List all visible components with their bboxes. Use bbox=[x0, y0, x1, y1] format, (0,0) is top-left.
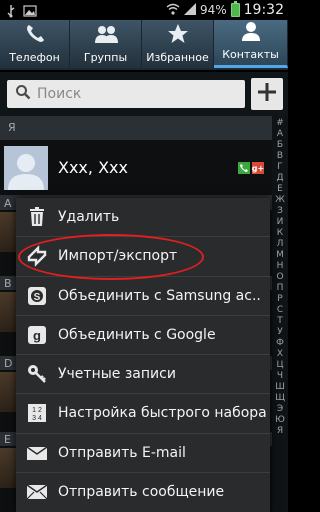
tab-label: Телефон bbox=[9, 51, 60, 64]
svg-text:g: g bbox=[33, 328, 41, 343]
index-letter[interactable]: М bbox=[272, 250, 288, 261]
index-letter[interactable]: П bbox=[272, 283, 288, 294]
section-header: Я bbox=[0, 116, 272, 140]
index-letter[interactable]: # bbox=[272, 118, 288, 129]
wifi-icon bbox=[166, 3, 180, 18]
index-letter[interactable]: Я bbox=[272, 426, 288, 437]
tab-label: Избранное bbox=[146, 51, 209, 64]
tab-phone[interactable]: Телефон bbox=[0, 20, 70, 68]
svg-text:1 2: 1 2 bbox=[32, 407, 42, 414]
clock: 19:32 bbox=[243, 2, 284, 18]
add-contact-button[interactable] bbox=[251, 78, 283, 110]
menu-label: Учетные записи bbox=[58, 366, 176, 383]
signal-icon bbox=[183, 2, 196, 18]
index-letter[interactable]: К bbox=[272, 228, 288, 239]
phone-icon bbox=[24, 23, 46, 51]
plus-icon bbox=[256, 81, 278, 107]
search-placeholder: Поиск bbox=[37, 86, 82, 102]
avatar bbox=[0, 292, 16, 332]
index-letter[interactable]: Р bbox=[272, 294, 288, 305]
email-icon bbox=[26, 442, 48, 464]
import-export-icon bbox=[26, 245, 48, 268]
menu-item-import-export[interactable]: Импорт/экспорт bbox=[16, 237, 270, 277]
menu-item-merge-samsung[interactable]: S Объединить с Samsung ac.. bbox=[16, 277, 270, 316]
avatar bbox=[0, 212, 16, 252]
menu-item-delete[interactable]: Удалить bbox=[16, 198, 270, 238]
index-letter[interactable]: Л bbox=[272, 239, 288, 250]
search-icon bbox=[15, 84, 31, 104]
index-letter[interactable]: А bbox=[272, 129, 288, 140]
index-letter[interactable]: Е bbox=[272, 184, 288, 195]
index-letter[interactable]: Н bbox=[272, 261, 288, 272]
alphabet-index[interactable]: # А Б В Г Д Е Ж З И К Л М Н О П Р С Т У Ф Х Ц Ч Ш Щ Э Ю Я bbox=[272, 116, 288, 512]
status-bar: 94% 19:32 bbox=[0, 0, 288, 20]
index-letter[interactable]: Г bbox=[272, 162, 288, 173]
search-row: Поиск bbox=[0, 72, 288, 116]
contact-icon bbox=[240, 20, 262, 48]
index-letter[interactable]: Б bbox=[272, 140, 288, 151]
index-letter[interactable]: Ж bbox=[272, 195, 288, 206]
index-letter[interactable]: Ш bbox=[272, 382, 288, 393]
samsung-icon: S bbox=[26, 285, 48, 307]
usb-icon bbox=[4, 3, 18, 18]
contact-row[interactable]: Xxx, Xxx g+ bbox=[0, 140, 272, 196]
menu-label: Импорт/экспорт bbox=[58, 248, 178, 265]
index-letter[interactable]: Э bbox=[272, 404, 288, 415]
tab-contacts[interactable]: Контакты bbox=[214, 20, 288, 68]
menu-label: Удалить bbox=[58, 209, 120, 226]
menu-item-send-email[interactable]: Отправить E-mail bbox=[16, 434, 270, 473]
google-icon: g bbox=[26, 324, 48, 346]
speed-dial-icon: 1 23 4 bbox=[26, 402, 48, 424]
tab-bar: Телефон Группы Избранное Контакты bbox=[0, 20, 288, 70]
index-letter[interactable]: О bbox=[272, 272, 288, 283]
menu-item-merge-google[interactable]: g Объединить с Google bbox=[16, 316, 270, 355]
menu-label: Отправить сообщение bbox=[58, 484, 225, 501]
menu-label: Объединить с Samsung ac.. bbox=[58, 287, 261, 304]
index-letter[interactable]: В bbox=[272, 151, 288, 162]
key-icon bbox=[26, 363, 48, 385]
index-letter[interactable]: Т bbox=[272, 316, 288, 327]
image-icon bbox=[23, 3, 37, 17]
message-icon bbox=[26, 481, 48, 503]
index-letter[interactable]: З bbox=[272, 206, 288, 217]
avatar bbox=[4, 145, 48, 190]
menu-label: Настройка быстрого набора bbox=[58, 405, 267, 422]
index-letter[interactable]: Ч bbox=[272, 371, 288, 382]
contact-name: Xxx, Xxx bbox=[58, 158, 128, 177]
menu-label: Объединить с Google bbox=[58, 326, 216, 343]
phone-badge-icon bbox=[238, 162, 250, 174]
menu-item-accounts[interactable]: Учетные записи bbox=[16, 355, 270, 395]
search-input[interactable]: Поиск bbox=[7, 80, 245, 108]
star-icon bbox=[167, 23, 189, 51]
tab-label: Группы bbox=[83, 51, 128, 64]
tab-label: Контакты bbox=[222, 48, 279, 61]
trash-icon bbox=[26, 206, 48, 228]
index-letter[interactable]: Д bbox=[272, 173, 288, 184]
tab-favorites[interactable]: Избранное bbox=[142, 20, 214, 68]
index-letter[interactable]: С bbox=[272, 305, 288, 316]
avatar bbox=[0, 372, 16, 412]
tab-groups[interactable]: Группы bbox=[70, 20, 142, 68]
context-menu: Удалить Импорт/экспорт S Объединить с Sa… bbox=[16, 198, 270, 512]
index-letter[interactable]: Ц bbox=[272, 360, 288, 371]
google-plus-badge-icon: g+ bbox=[251, 162, 265, 174]
menu-label: Отправить E-mail bbox=[58, 444, 186, 461]
index-letter[interactable]: Ю bbox=[272, 415, 288, 426]
svg-text:3 4: 3 4 bbox=[32, 415, 42, 422]
svg-text:S: S bbox=[34, 292, 41, 303]
avatar bbox=[0, 448, 16, 488]
menu-item-speed-dial[interactable]: 1 23 4 Настройка быстрого набора bbox=[16, 394, 270, 434]
index-letter[interactable]: Ф bbox=[272, 338, 288, 349]
index-letter[interactable]: Х bbox=[272, 349, 288, 360]
groups-icon bbox=[93, 23, 119, 51]
battery-icon bbox=[230, 1, 240, 17]
battery-percent: 94% bbox=[199, 3, 227, 17]
index-letter[interactable]: У bbox=[272, 327, 288, 338]
index-letter[interactable]: И bbox=[272, 217, 288, 228]
menu-item-send-message[interactable]: Отправить сообщение bbox=[16, 473, 270, 512]
index-letter[interactable]: Щ bbox=[272, 393, 288, 404]
